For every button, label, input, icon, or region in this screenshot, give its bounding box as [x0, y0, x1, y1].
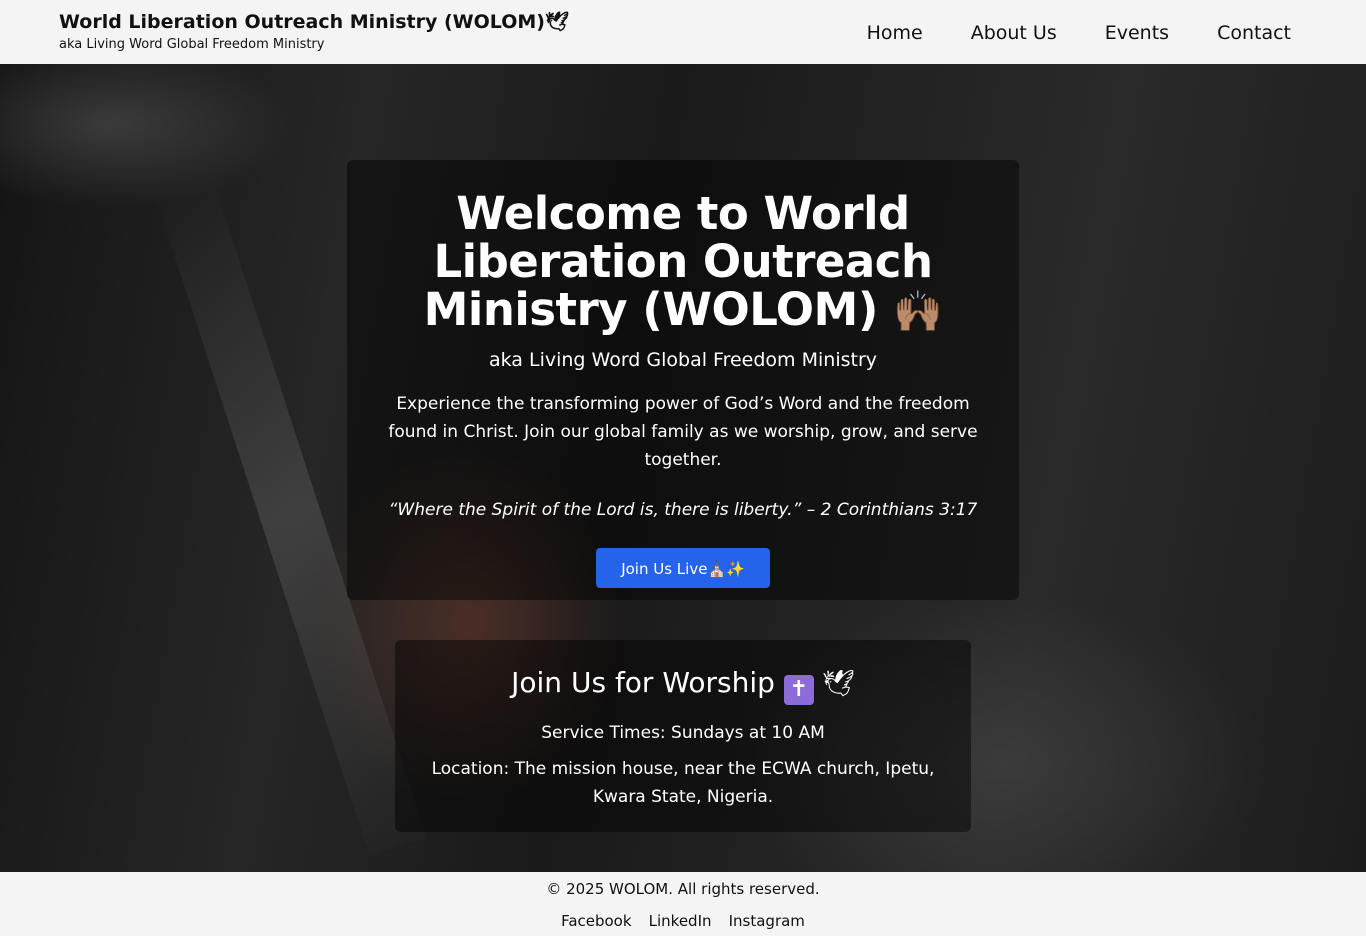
- social-links: Facebook LinkedIn Instagram: [0, 911, 1366, 931]
- site-footer: © 2025 WOLOM. All rights reserved. Faceb…: [0, 872, 1366, 936]
- worship-card: Join Us for Worship ✝ 🕊 Service Times: Su…: [395, 640, 971, 832]
- join-us-live-label: Join Us Live: [621, 560, 708, 578]
- site-title[interactable]: World Liberation Outreach Ministry (WOLO…: [59, 9, 569, 35]
- brand: World Liberation Outreach Ministry (WOLO…: [59, 9, 569, 53]
- main-nav: Home About Us Events Contact: [819, 20, 1291, 46]
- scripture-verse: “Where the Spirit of the Lord is, there …: [388, 500, 978, 520]
- nav-home[interactable]: Home: [867, 20, 923, 46]
- nav-about-us[interactable]: About Us: [971, 20, 1057, 46]
- worship-heading-text: Join Us for Worship: [511, 666, 775, 699]
- dove-icon: 🕊: [544, 11, 570, 33]
- welcome-description: Experience the transforming power of God…: [388, 394, 978, 470]
- welcome-subtitle: aka Living Word Global Freedom Ministry: [489, 349, 877, 371]
- nav-events[interactable]: Events: [1105, 20, 1169, 46]
- dove-icon: 🕊: [821, 669, 855, 699]
- church-sparkles-icon: ⛪✨: [707, 560, 745, 578]
- facebook-link[interactable]: Facebook: [561, 912, 631, 930]
- welcome-heading: Welcome to World Liberation Outreach Min…: [383, 190, 983, 334]
- copyright: © 2025 WOLOM. All rights reserved.: [546, 880, 820, 898]
- welcome-heading-text: Welcome to World Liberation Outreach Min…: [423, 187, 933, 336]
- join-us-live-button[interactable]: Join Us Live⛪✨: [596, 548, 770, 588]
- site-header: World Liberation Outreach Ministry (WOLO…: [0, 0, 1366, 64]
- linkedin-link[interactable]: LinkedIn: [649, 912, 712, 930]
- raised-hands-icon: 🙌🏽: [893, 289, 943, 335]
- cross-icon: ✝: [783, 675, 814, 705]
- service-times: Service Times: Sundays at 10 AM: [541, 723, 825, 743]
- worship-heading: Join Us for Worship ✝ 🕊: [395, 664, 971, 705]
- site-title-text: World Liberation Outreach Ministry (WOLO…: [59, 11, 545, 33]
- location: Location: The mission house, near the EC…: [431, 759, 935, 807]
- site-subtitle: aka Living Word Global Freedom Ministry: [59, 37, 325, 52]
- instagram-link[interactable]: Instagram: [729, 912, 805, 930]
- nav-contact[interactable]: Contact: [1217, 20, 1291, 46]
- hero-section: Welcome to World Liberation Outreach Min…: [0, 64, 1366, 872]
- welcome-card: Welcome to World Liberation Outreach Min…: [347, 160, 1019, 600]
